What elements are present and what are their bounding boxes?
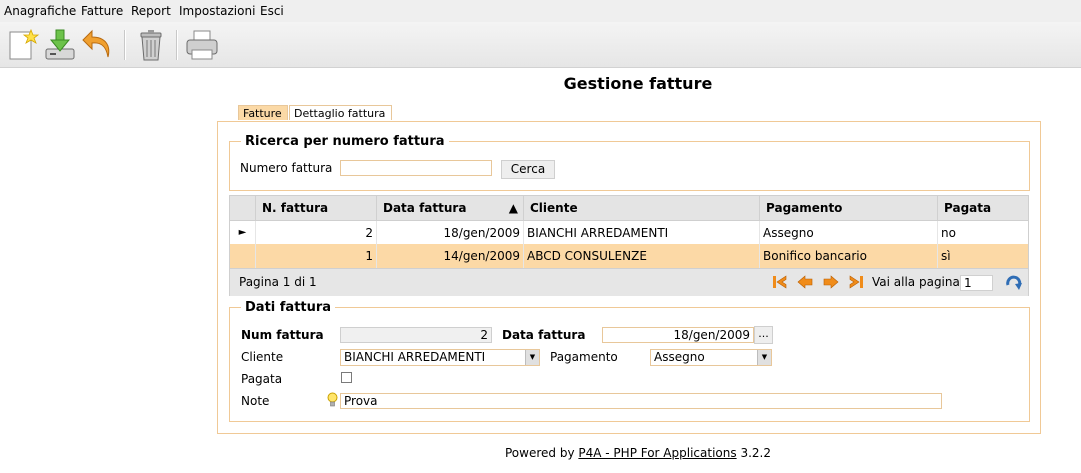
delete-button[interactable] (133, 27, 169, 63)
footer: Powered by P4A - PHP For Applications 3.… (0, 446, 1081, 460)
table-header-indicator (230, 196, 255, 220)
data-fattura-input[interactable]: 18/gen/2009 (602, 327, 754, 343)
lightbulb-icon (327, 392, 338, 407)
cell-cliente: BIANCHI ARREDAMENTI (523, 221, 759, 245)
data-fattura-label: Data fattura (502, 328, 586, 342)
pagata-checkbox[interactable] (341, 372, 352, 383)
save-button[interactable] (42, 27, 78, 63)
cell-data: 18/gen/2009 (376, 221, 523, 245)
num-fattura-label: Num fattura (241, 328, 324, 342)
prev-page-icon[interactable] (796, 274, 814, 290)
column-header-data-label: Data fattura (383, 201, 467, 215)
search-input[interactable] (340, 160, 492, 176)
cell-numero: 2 (255, 221, 376, 245)
undo-icon (82, 29, 110, 58)
menu-anagrafiche[interactable]: Anagrafiche (4, 4, 76, 18)
cliente-select-value: BIANCHI ARREDAMENTI (344, 350, 486, 364)
goto-page-icon[interactable] (1005, 274, 1023, 292)
menu-bar: Anagrafiche Fatture Report Impostazioni … (0, 0, 1081, 22)
cell-pagamento: Bonifico bancario (759, 244, 937, 268)
new-button[interactable] (4, 27, 40, 63)
first-page-icon[interactable] (771, 274, 789, 290)
search-button[interactable]: Cerca (501, 160, 555, 179)
chevron-down-icon: ▼ (525, 350, 539, 365)
column-header-numero[interactable]: N. fattura (255, 196, 376, 220)
footer-prefix: Powered by (505, 446, 575, 460)
menu-impostazioni[interactable]: Impostazioni (179, 4, 255, 18)
column-header-pagata[interactable]: Pagata (937, 196, 1028, 220)
column-header-pagamento[interactable]: Pagamento (759, 196, 937, 220)
undo-button[interactable] (80, 27, 116, 63)
save-icon (45, 29, 75, 60)
cell-data: 14/gen/2009 (376, 244, 523, 268)
footer-version: 3.2.2 (740, 446, 771, 460)
search-legend: Ricerca per numero fattura (241, 134, 449, 149)
chevron-down-icon: ▼ (757, 350, 771, 365)
menu-report[interactable]: Report (131, 4, 171, 18)
table-header: N. fattura Data fattura ▲ Cliente Pagame… (230, 196, 1028, 221)
toolbar-separator (124, 30, 126, 60)
invoices-table: N. fattura Data fattura ▲ Cliente Pagame… (229, 195, 1029, 296)
new-icon (9, 28, 40, 60)
pagamento-label: Pagamento (550, 350, 618, 364)
num-fattura-input[interactable]: 2 (340, 327, 492, 343)
next-page-icon[interactable] (822, 274, 840, 290)
search-label: Numero fattura (240, 161, 333, 175)
table-row[interactable]: 1 14/gen/2009 ABCD CONSULENZE Bonifico b… (230, 244, 1028, 268)
goto-page-input[interactable]: 1 (960, 275, 993, 291)
pager-info: Pagina 1 di 1 (239, 275, 317, 289)
tab-fatture[interactable]: Fatture (238, 105, 288, 120)
cliente-select[interactable]: BIANCHI ARREDAMENTI ▼ (340, 349, 540, 366)
menu-esci[interactable]: Esci (260, 4, 284, 18)
cell-pagamento: Assegno (759, 221, 937, 245)
cliente-label: Cliente (241, 350, 284, 364)
pagata-label: Pagata (241, 372, 283, 386)
details-legend: Dati fattura (241, 300, 336, 315)
cell-cliente: ABCD CONSULENZE (523, 244, 759, 268)
print-icon (186, 30, 218, 60)
print-button[interactable] (184, 27, 220, 63)
pagamento-select[interactable]: Assegno ▼ (650, 349, 772, 366)
toolbar-separator (176, 30, 178, 60)
pagamento-select-value: Assegno (654, 350, 705, 364)
current-row-marker: ► (238, 227, 247, 238)
page-title: Gestione fatture (563, 74, 713, 93)
note-label: Note (241, 394, 270, 408)
menu-fatture[interactable]: Fatture (81, 4, 123, 18)
table-row[interactable]: ► 2 18/gen/2009 BIANCHI ARREDAMENTI Asse… (230, 221, 1028, 245)
tab-dettaglio-fattura[interactable]: Dettaglio fattura (289, 105, 392, 120)
column-header-data[interactable]: Data fattura ▲ (376, 196, 523, 220)
note-input[interactable]: Prova (340, 393, 942, 409)
footer-link[interactable]: P4A - PHP For Applications (578, 446, 736, 460)
cell-pagata: sì (937, 244, 1028, 268)
delete-icon (140, 30, 162, 61)
table-pager: Pagina 1 di 1 Vai alla pagina 1 (230, 268, 1028, 296)
toolbar (0, 22, 1081, 68)
date-picker-button[interactable]: ... (754, 326, 773, 344)
sort-asc-icon: ▲ (508, 201, 518, 215)
cell-numero: 1 (255, 244, 376, 268)
cell-pagata: no (937, 221, 1028, 245)
goto-page-label: Vai alla pagina (872, 275, 960, 289)
row-marker-empty (230, 244, 255, 268)
column-header-cliente[interactable]: Cliente (523, 196, 759, 220)
last-page-icon[interactable] (847, 274, 865, 290)
